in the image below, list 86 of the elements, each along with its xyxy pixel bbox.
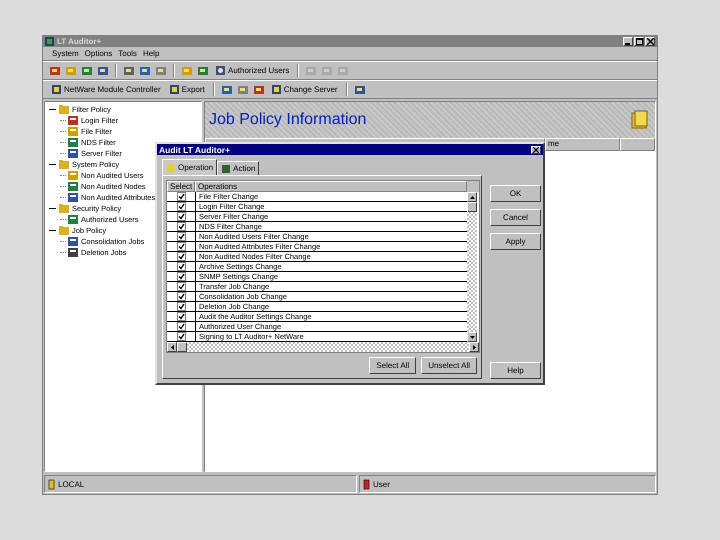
- dialog-button[interactable]: OK: [490, 185, 541, 202]
- checkbox[interactable]: [176, 192, 186, 201]
- menu-item[interactable]: Tools: [117, 49, 138, 58]
- checkbox[interactable]: [176, 322, 186, 331]
- close-icon: [646, 38, 654, 45]
- book-icon: [631, 110, 649, 130]
- up-arrow-icon: [470, 196, 474, 198]
- folder-icon: [59, 225, 70, 236]
- scroll-left-button[interactable]: [167, 342, 177, 352]
- item-icon: [68, 181, 79, 192]
- toolbar-button[interactable]: Authorized Users: [212, 64, 292, 78]
- dialog-title: Audit LT Auditor+: [159, 144, 230, 154]
- scroll-down-button[interactable]: [467, 332, 477, 342]
- right-arrow-icon: [472, 344, 476, 350]
- page-heading: Job Policy Information: [209, 111, 366, 129]
- collapse-icon[interactable]: [49, 106, 56, 113]
- help-button[interactable]: Help: [490, 362, 541, 379]
- item-icon: [68, 192, 79, 203]
- close-button[interactable]: [645, 37, 655, 46]
- checkbox[interactable]: [176, 252, 186, 261]
- column-header[interactable]: [620, 138, 655, 151]
- scroll-thumb[interactable]: [177, 342, 187, 352]
- dialog-button[interactable]: Unselect All: [421, 357, 477, 374]
- checkbox[interactable]: [176, 202, 186, 211]
- checkbox[interactable]: [176, 262, 186, 271]
- item-icon: [68, 236, 79, 247]
- toolbar-icon: [51, 84, 62, 95]
- dialog-button[interactable]: Cancel: [490, 209, 541, 226]
- maximize-button[interactable]: [634, 37, 644, 46]
- left-arrow-icon: [170, 344, 174, 350]
- scroll-up-button[interactable]: [467, 192, 477, 202]
- status-icon: [363, 478, 370, 490]
- collapse-icon[interactable]: [49, 205, 56, 212]
- window-title: LT Auditor+: [57, 37, 102, 46]
- toolbar-icon: [270, 84, 282, 95]
- menu-item[interactable]: Help: [142, 49, 160, 58]
- checkbox[interactable]: [176, 272, 186, 281]
- toolbar-button[interactable]: NetWare Module Controller: [48, 82, 164, 96]
- checkbox[interactable]: [176, 242, 186, 251]
- tab-icon: [221, 164, 232, 174]
- item-icon: [68, 115, 79, 126]
- menu-item[interactable]: Options: [84, 49, 114, 58]
- users-icon: [215, 65, 226, 76]
- checkbox[interactable]: [176, 282, 186, 291]
- minimize-button[interactable]: [623, 37, 633, 46]
- column-header[interactable]: Select: [167, 181, 195, 192]
- folder-icon: [59, 159, 70, 170]
- collapse-icon[interactable]: [49, 161, 56, 168]
- folder-icon: [59, 203, 70, 214]
- toolbar-icon: [168, 84, 180, 95]
- checkbox[interactable]: [176, 312, 186, 321]
- item-icon: [68, 126, 79, 137]
- dialog-button[interactable]: Select All: [369, 357, 416, 374]
- checkbox[interactable]: [176, 292, 186, 301]
- horizontal-scrollbar[interactable]: [167, 342, 479, 352]
- item-icon: [68, 148, 79, 159]
- item-icon: [68, 170, 79, 181]
- close-icon: [533, 146, 539, 152]
- menu-item[interactable]: System: [51, 49, 80, 58]
- item-icon: [68, 137, 79, 148]
- checkbox[interactable]: [176, 212, 186, 221]
- status-icon: [48, 478, 55, 490]
- dialog-button[interactable]: Apply: [490, 233, 541, 250]
- collapse-icon[interactable]: [49, 227, 56, 234]
- checkbox[interactable]: [176, 232, 186, 241]
- vertical-scrollbar[interactable]: [467, 192, 477, 342]
- toolbar-button[interactable]: Export: [166, 82, 208, 96]
- checkbox[interactable]: [176, 302, 186, 311]
- folder-icon: [59, 104, 70, 115]
- checkbox[interactable]: [176, 332, 186, 341]
- column-header[interactable]: Operations: [195, 181, 467, 192]
- toolbar-button[interactable]: Change Server: [268, 82, 341, 96]
- tab[interactable]: Action: [217, 161, 260, 175]
- maximize-icon: [636, 38, 642, 45]
- item-icon: [68, 247, 79, 258]
- status-panel: User: [359, 475, 656, 493]
- column-header[interactable]: me: [545, 138, 620, 151]
- scroll-right-button[interactable]: [469, 342, 479, 352]
- checkbox[interactable]: [176, 222, 186, 231]
- app-icon: [45, 37, 54, 46]
- status-panel: LOCAL: [44, 475, 357, 493]
- down-arrow-icon: [470, 336, 474, 338]
- tab-icon: [166, 162, 176, 172]
- scroll-thumb[interactable]: [467, 202, 477, 212]
- tab[interactable]: Operation: [162, 159, 218, 175]
- item-icon: [68, 214, 79, 225]
